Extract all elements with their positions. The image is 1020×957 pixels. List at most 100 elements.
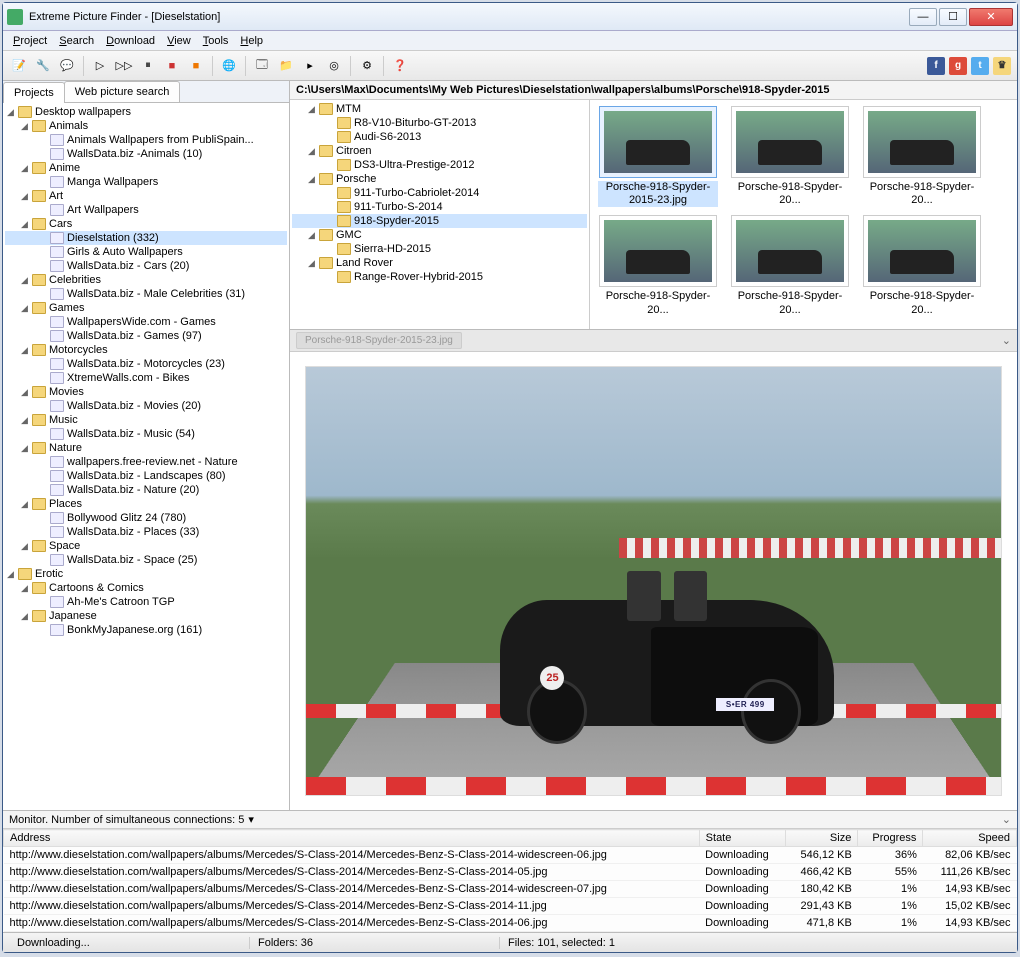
tree-item[interactable]: ◢Movies [5, 385, 287, 399]
download-row[interactable]: http://www.dieselstation.com/wallpapers/… [4, 915, 1017, 932]
thumbnail[interactable]: Porsche-918-Spyder-20... [728, 215, 852, 316]
download-row[interactable]: http://www.dieselstation.com/wallpapers/… [4, 881, 1017, 898]
target-icon[interactable]: ◎ [323, 55, 345, 77]
stop-icon[interactable]: ■ [161, 55, 183, 77]
tree-item[interactable]: Animals Wallpapers from PubliSpain... [5, 133, 287, 147]
tree-item[interactable]: ◢Desktop wallpapers [5, 105, 287, 119]
google-icon[interactable]: g [949, 57, 967, 75]
tree-item[interactable]: ◢Cartoons & Comics [5, 581, 287, 595]
tree-item[interactable]: Art Wallpapers [5, 203, 287, 217]
tree-item[interactable]: ◢Cars [5, 217, 287, 231]
menu-tools[interactable]: Tools [197, 33, 235, 49]
thumbnail[interactable]: Porsche-918-Spyder-2015-23.jpg [596, 106, 720, 207]
folder-item[interactable]: ◢Porsche [292, 172, 587, 186]
play-all-icon[interactable]: ▷▷ [113, 55, 135, 77]
maximize-button[interactable]: ☐ [939, 8, 967, 26]
tree-item[interactable]: ◢Animals [5, 119, 287, 133]
tree-item[interactable]: Girls & Auto Wallpapers [5, 245, 287, 259]
folder-item[interactable]: Audi-S6-2013 [292, 130, 587, 144]
folder-item[interactable]: Sierra-HD-2015 [292, 242, 587, 256]
tree-item[interactable]: ◢Nature [5, 441, 287, 455]
folder-item[interactable]: ◢Citroen [292, 144, 587, 158]
tree-item[interactable]: WallsData.biz - Games (97) [5, 329, 287, 343]
thumbnail-pane[interactable]: Porsche-918-Spyder-2015-23.jpgPorsche-91… [590, 100, 1017, 329]
tree-item[interactable]: XtremeWalls.com - Bikes [5, 371, 287, 385]
tree-item[interactable]: BonkMyJapanese.org (161) [5, 623, 287, 637]
preview-tab[interactable]: Porsche-918-Spyder-2015-23.jpg [296, 332, 462, 349]
tree-item[interactable]: ◢Music [5, 413, 287, 427]
tab-web-search[interactable]: Web picture search [64, 81, 181, 102]
thumbnail[interactable]: Porsche-918-Spyder-20... [860, 215, 984, 316]
tree-item[interactable]: ◢Art [5, 189, 287, 203]
download-row[interactable]: http://www.dieselstation.com/wallpapers/… [4, 847, 1017, 864]
tree-item[interactable]: WallsData.biz - Landscapes (80) [5, 469, 287, 483]
folder-tree[interactable]: ◢MTMR8-V10-Biturbo-GT-2013Audi-S6-2013◢C… [290, 100, 590, 329]
pause-icon[interactable]: ⏸ [137, 55, 159, 77]
col-state[interactable]: State [699, 830, 785, 847]
col-address[interactable]: Address [4, 830, 700, 847]
folder-item[interactable]: 911-Turbo-S-2014 [292, 200, 587, 214]
stop-all-icon[interactable]: ■ [185, 55, 207, 77]
menu-project[interactable]: Project [7, 33, 53, 49]
tree-item[interactable]: ◢Anime [5, 161, 287, 175]
tree-item[interactable]: WallpapersWide.com - Games [5, 315, 287, 329]
settings-icon[interactable]: ⚙ [356, 55, 378, 77]
folder-item[interactable]: ◢GMC [292, 228, 587, 242]
tree-item[interactable]: WallsData.biz - Space (25) [5, 553, 287, 567]
tree-item[interactable]: WallsData.biz - Cars (20) [5, 259, 287, 273]
thumbnail[interactable]: Porsche-918-Spyder-20... [860, 106, 984, 207]
window-icon[interactable]: 🗔 [251, 55, 273, 77]
tree-item[interactable]: WallsData.biz - Male Celebrities (31) [5, 287, 287, 301]
col-speed[interactable]: Speed [923, 830, 1017, 847]
folder-icon[interactable]: 📁 [275, 55, 297, 77]
menu-download[interactable]: Download [100, 33, 161, 49]
tree-item[interactable]: Dieselstation (332) [5, 231, 287, 245]
tree-item[interactable]: WallsData.biz - Motorcycles (23) [5, 357, 287, 371]
tree-item[interactable]: wallpapers.free-review.net - Nature [5, 455, 287, 469]
thumbnail[interactable]: Porsche-918-Spyder-20... [596, 215, 720, 316]
tree-item[interactable]: ◢Games [5, 301, 287, 315]
thumbnail[interactable]: Porsche-918-Spyder-20... [728, 106, 852, 207]
tree-item[interactable]: WallsData.biz - Nature (20) [5, 483, 287, 497]
folder-item[interactable]: R8-V10-Biturbo-GT-2013 [292, 116, 587, 130]
tree-item[interactable]: ◢Japanese [5, 609, 287, 623]
close-button[interactable]: ✕ [969, 8, 1013, 26]
project-tree[interactable]: ◢Desktop wallpapers◢AnimalsAnimals Wallp… [3, 103, 289, 810]
menu-help[interactable]: Help [234, 33, 269, 49]
edit-project-icon[interactable]: 🔧 [32, 55, 54, 77]
twitter-icon[interactable]: t [971, 57, 989, 75]
tree-item[interactable]: ◢Celebrities [5, 273, 287, 287]
minimize-button[interactable]: — [909, 8, 937, 26]
download-row[interactable]: http://www.dieselstation.com/wallpapers/… [4, 898, 1017, 915]
tree-item[interactable]: Bollywood Glitz 24 (780) [5, 511, 287, 525]
folder-item[interactable]: ◢Land Rover [292, 256, 587, 270]
tree-item[interactable]: WallsData.biz - Music (54) [5, 427, 287, 441]
col-progress[interactable]: Progress [858, 830, 923, 847]
help-icon[interactable]: ❓ [389, 55, 411, 77]
new-project-icon[interactable]: 📝 [8, 55, 30, 77]
folder-item[interactable]: DS3-Ultra-Prestige-2012 [292, 158, 587, 172]
globe-icon[interactable]: 🌐 [218, 55, 240, 77]
titlebar[interactable]: Extreme Picture Finder - [Dieselstation]… [3, 3, 1017, 31]
folder-item[interactable]: ◢MTM [292, 102, 587, 116]
menu-view[interactable]: View [161, 33, 197, 49]
facebook-icon[interactable]: f [927, 57, 945, 75]
tree-item[interactable]: WallsData.biz - Movies (20) [5, 399, 287, 413]
collapse-icon[interactable]: ⌄ [1002, 334, 1011, 347]
tree-item[interactable]: ◢Erotic [5, 567, 287, 581]
play-icon[interactable]: ▷ [89, 55, 111, 77]
tree-item[interactable]: ◢Motorcycles [5, 343, 287, 357]
monitor-dropdown-icon[interactable]: ▾ [248, 813, 254, 826]
tab-projects[interactable]: Projects [3, 82, 65, 103]
folder-item[interactable]: 911-Turbo-Cabriolet-2014 [292, 186, 587, 200]
comment-icon[interactable]: 💬 [56, 55, 78, 77]
tree-item[interactable]: ◢Space [5, 539, 287, 553]
menu-search[interactable]: Search [53, 33, 100, 49]
tree-item[interactable]: Ah-Me's Catroon TGP [5, 595, 287, 609]
monitor-collapse-icon[interactable]: ⌄ [1002, 813, 1011, 826]
download-row[interactable]: http://www.dieselstation.com/wallpapers/… [4, 864, 1017, 881]
preview-pane[interactable]: 25 S•ER 499 [290, 352, 1017, 810]
folder-item[interactable]: 918-Spyder-2015 [292, 214, 587, 228]
col-size[interactable]: Size [785, 830, 857, 847]
tree-item[interactable]: WallsData.biz -Animals (10) [5, 147, 287, 161]
